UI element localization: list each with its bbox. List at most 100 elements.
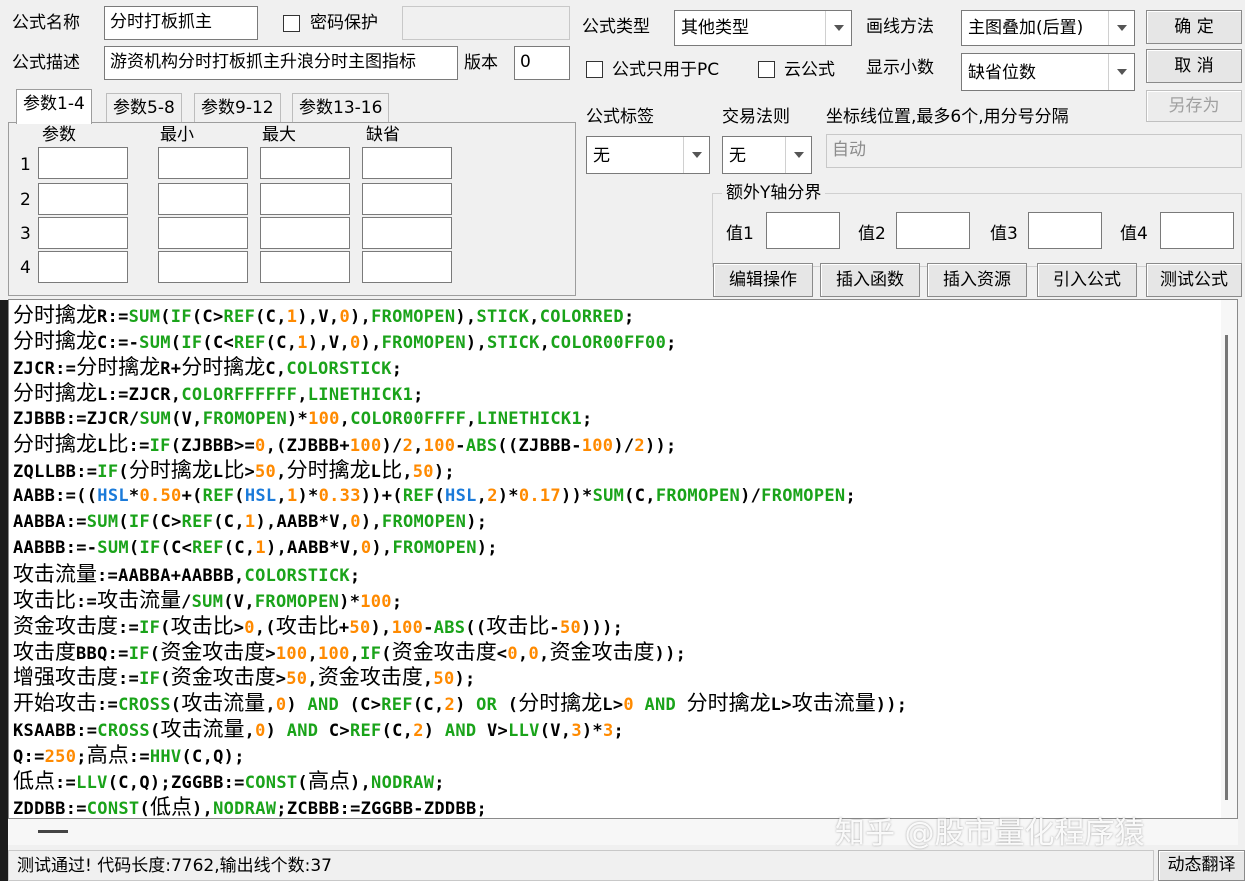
tab-params-13-16[interactable]: 参数13-16: [292, 93, 390, 123]
param-header-max: 最大: [262, 125, 296, 145]
param-min-input[interactable]: [158, 217, 248, 249]
param-name-input[interactable]: [38, 251, 128, 283]
chevron-down-icon[interactable]: [785, 137, 811, 173]
chevron-down-icon[interactable]: [1108, 54, 1134, 90]
param-default-input[interactable]: [362, 183, 452, 215]
scroll-thumb[interactable]: [38, 830, 68, 833]
code-line[interactable]: ZQLLBB:=IF(分时擒龙L比>50,分时擒龙L比,50);: [13, 458, 1217, 484]
watermark: 知乎 @股市量化程序猿: [835, 816, 1145, 851]
code-line[interactable]: 攻击流量:=AABBA+AABBB,COLORSTICK;: [13, 562, 1217, 588]
ok-button[interactable]: 确 定: [1146, 10, 1242, 44]
param-default-input[interactable]: [362, 251, 452, 283]
code-line[interactable]: 分时擒龙L比:=IF(ZJBBB>=0,(ZJBBB+100)/2,100-AB…: [13, 432, 1217, 458]
param-min-input[interactable]: [158, 183, 248, 215]
code-line[interactable]: 开始攻击:=CROSS(攻击流量,0) AND (C>REF(C,2) OR (…: [13, 691, 1217, 717]
tab-params-5-8[interactable]: 参数5-8: [106, 93, 182, 123]
password-input[interactable]: [402, 6, 570, 40]
save-as-button[interactable]: 另存为: [1146, 90, 1242, 122]
formula-desc-input[interactable]: 游资机构分时打板抓主升浪分时主图指标: [104, 46, 458, 80]
password-label: 密码保护: [310, 13, 378, 33]
code-line[interactable]: Q:=250;高点:=HHV(C,Q);: [13, 743, 1217, 769]
code-line[interactable]: 攻击比:=攻击流量/SUM(V,FROMOPEN)*100;: [13, 588, 1217, 614]
insert-function-button[interactable]: 插入函数: [820, 263, 920, 297]
param-header-name: 参数: [42, 125, 76, 145]
code-line[interactable]: 增强攻击度:=IF(资金攻击度>50,资金攻击度,50);: [13, 665, 1217, 691]
param-row-number: 1: [20, 155, 31, 175]
tab-params-9-12[interactable]: 参数9-12: [194, 93, 281, 123]
formula-tag-label: 公式标签: [586, 107, 654, 127]
dynamic-translate-button[interactable]: 动态翻译: [1158, 850, 1245, 881]
pc-only-checkbox[interactable]: [586, 61, 603, 78]
code-line[interactable]: ZJCR:=分时擒龙R+分时擒龙C,COLORSTICK;: [13, 355, 1217, 381]
yaxis-v3-label: 值3: [990, 224, 1018, 244]
chevron-down-icon[interactable]: [825, 11, 851, 45]
code-editor[interactable]: 分时擒龙R:=SUM(IF(C>REF(C,1),V,0),FROMOPEN),…: [8, 299, 1238, 819]
param-max-input[interactable]: [260, 183, 350, 215]
code-line[interactable]: 分时擒龙C:=-SUM(IF(C<REF(C,1),V,0),FROMOPEN)…: [13, 329, 1217, 355]
param-row-number: 4: [20, 258, 31, 278]
chevron-down-icon[interactable]: [683, 137, 709, 173]
param-max-input[interactable]: [260, 147, 350, 179]
param-name-input[interactable]: [38, 217, 128, 249]
vertical-scrollbar[interactable]: [1221, 300, 1237, 818]
decimals-select[interactable]: 缺省位数: [961, 53, 1135, 91]
yaxis-v3-input[interactable]: [1028, 212, 1102, 249]
pc-only-label: 公式只用于PC: [612, 60, 720, 80]
yaxis-v4-label: 值4: [1120, 224, 1148, 244]
cancel-button[interactable]: 取 消: [1146, 49, 1242, 83]
code-content[interactable]: 分时擒龙R:=SUM(IF(C>REF(C,1),V,0),FROMOPEN),…: [13, 303, 1217, 818]
param-min-input[interactable]: [158, 251, 248, 283]
yaxis-v1-input[interactable]: [766, 212, 840, 249]
version-label: 版本: [464, 53, 498, 73]
yaxis-v1-label: 值1: [726, 224, 754, 244]
formula-type-value: 其他类型: [681, 18, 749, 38]
code-line[interactable]: ZJBBB:=ZJCR/SUM(V,FROMOPEN)*100,COLOR00F…: [13, 407, 1217, 433]
formula-type-label: 公式类型: [582, 17, 650, 37]
version-input[interactable]: 0: [514, 46, 570, 80]
code-line[interactable]: 分时擒龙L:=ZJCR,COLORFFFFFF,LINETHICK1;: [13, 381, 1217, 407]
param-default-input[interactable]: [362, 147, 452, 179]
yaxis-v2-input[interactable]: [896, 212, 970, 249]
code-line[interactable]: AABB:=((HSL*0.50+(REF(HSL,1)*0.33))+(REF…: [13, 484, 1217, 510]
param-max-input[interactable]: [260, 217, 350, 249]
draw-method-label: 画线方法: [866, 17, 934, 37]
param-header-default: 缺省: [366, 125, 400, 145]
test-formula-button[interactable]: 测试公式: [1146, 263, 1242, 297]
code-line[interactable]: AABBB:=-SUM(IF(C<REF(C,1),AABB*V,0),FROM…: [13, 536, 1217, 562]
formula-tag-value: 无: [593, 146, 610, 166]
left-edge-strip: [0, 300, 8, 881]
param-row-number: 3: [20, 224, 31, 244]
yaxis-group-label: 额外Y轴分界: [722, 181, 826, 205]
code-line[interactable]: 攻击度BBQ:=IF(资金攻击度>100,100,IF(资金攻击度<0,0,资金…: [13, 640, 1217, 666]
code-line[interactable]: 资金攻击度:=IF(攻击比>0,(攻击比+50),100-ABS((攻击比-50…: [13, 614, 1217, 640]
coord-lines-label: 坐标线位置,最多6个,用分号分隔: [826, 107, 1069, 127]
param-header-min: 最小: [160, 125, 194, 145]
code-line[interactable]: AABBA:=SUM(IF(C>REF(C,1),AABB*V,0),FROMO…: [13, 510, 1217, 536]
import-formula-button[interactable]: 引入公式: [1037, 263, 1137, 297]
draw-method-value: 主图叠加(后置): [968, 18, 1084, 38]
code-line[interactable]: KSAABB:=CROSS(攻击流量,0) AND C>REF(C,2) AND…: [13, 717, 1217, 743]
trade-rule-select[interactable]: 无: [722, 136, 812, 174]
draw-method-select[interactable]: 主图叠加(后置): [961, 10, 1135, 46]
code-line[interactable]: 低点:=LLV(C,Q);ZGGBB:=CONST(高点),NODRAW;: [13, 769, 1217, 795]
insert-resource-button[interactable]: 插入资源: [927, 263, 1027, 297]
param-min-input[interactable]: [158, 147, 248, 179]
cloud-formula-label: 云公式: [784, 60, 835, 80]
param-max-input[interactable]: [260, 251, 350, 283]
formula-tag-select[interactable]: 无: [586, 136, 710, 174]
scroll-thumb[interactable]: [1225, 335, 1228, 800]
code-line[interactable]: 分时擒龙R:=SUM(IF(C>REF(C,1),V,0),FROMOPEN),…: [13, 303, 1217, 329]
param-name-input[interactable]: [38, 183, 128, 215]
tab-params-1-4[interactable]: 参数1-4: [16, 89, 92, 124]
yaxis-v2-label: 值2: [858, 224, 886, 244]
cloud-formula-checkbox[interactable]: [758, 61, 775, 78]
chevron-down-icon[interactable]: [1108, 11, 1134, 45]
yaxis-v4-input[interactable]: [1160, 212, 1234, 249]
param-name-input[interactable]: [38, 147, 128, 179]
edit-operation-button[interactable]: 编辑操作: [713, 263, 813, 297]
coord-lines-input[interactable]: 自动: [826, 134, 1242, 168]
formula-type-select[interactable]: 其他类型: [674, 10, 852, 46]
param-default-input[interactable]: [362, 217, 452, 249]
password-checkbox[interactable]: [283, 15, 300, 32]
formula-name-input[interactable]: 分时打板抓主: [104, 6, 258, 40]
